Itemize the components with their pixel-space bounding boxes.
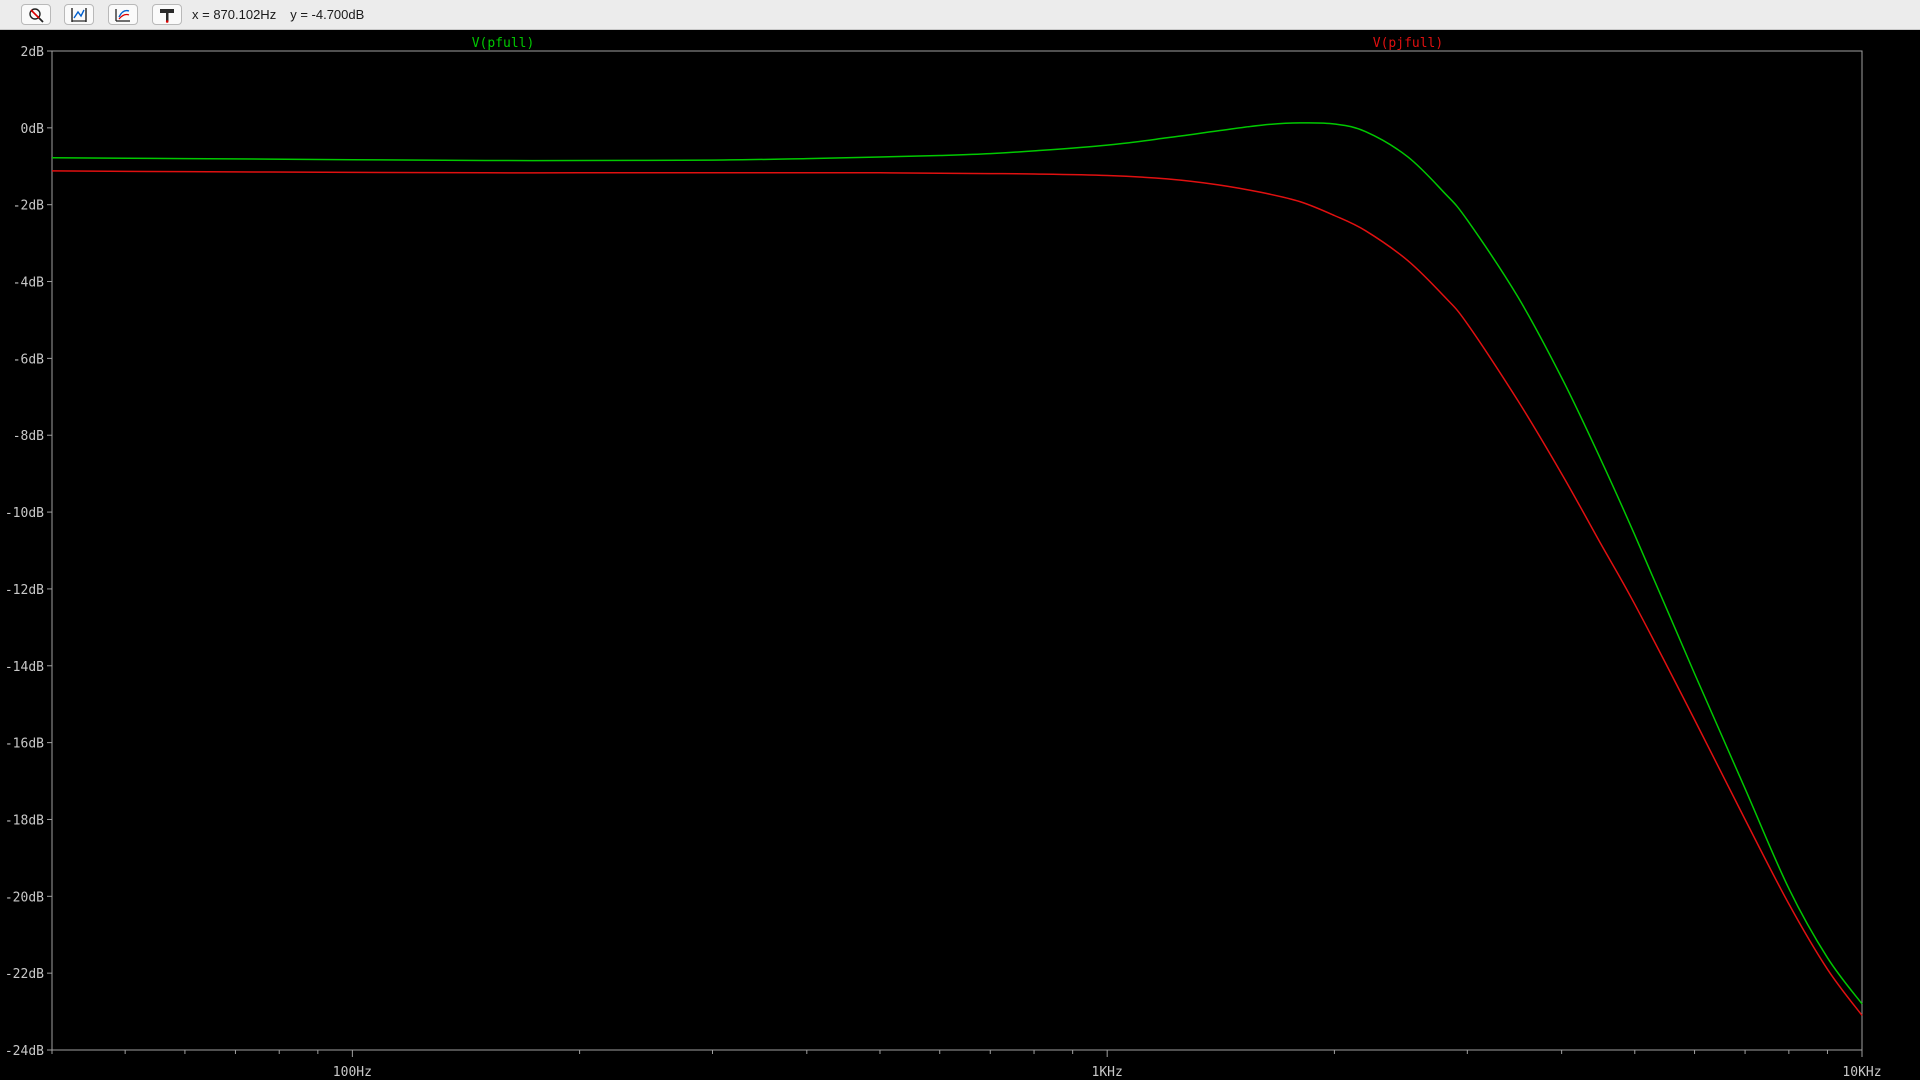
y-tick-label: -24dB	[5, 1044, 44, 1059]
y-tick-label: -20dB	[5, 890, 44, 905]
autorange-icon	[71, 7, 87, 22]
y-tick-label: -12dB	[5, 583, 44, 598]
y-tick-label: -4dB	[13, 276, 44, 291]
probe-icon	[160, 8, 174, 23]
axis-settings-button[interactable]	[108, 4, 138, 25]
x-tick-label: 100Hz	[333, 1065, 372, 1080]
y-tick-label: -2dB	[13, 199, 44, 214]
zoom-cancel-button[interactable]	[21, 4, 51, 25]
y-tick-label: -8dB	[13, 429, 44, 444]
y-tick-label: 0dB	[21, 122, 45, 137]
plot-toolbar: x = 870.102Hz y = -4.700dB	[0, 0, 1920, 30]
x-tick-label: 1KHz	[1092, 1065, 1123, 1080]
axis-settings-icon	[115, 8, 130, 22]
plot-frame	[51, 50, 1863, 1051]
y-tick-label: -6dB	[13, 352, 44, 367]
y-tick-label: -22dB	[5, 967, 44, 982]
autorange-button[interactable]	[64, 4, 94, 25]
cursor-x-value: x = 870.102Hz	[192, 7, 277, 22]
zoom-cancel-icon	[29, 7, 44, 23]
y-tick-label: -14dB	[5, 660, 44, 675]
x-tick-label: 10KHz	[1842, 1065, 1881, 1080]
waveform-plot[interactable]: 2dB 0dB -2dB -4dB -6dB -8dB -10dB -12dB -14dB -16…	[0, 30, 1920, 1080]
cursor-readout: x = 870.102Hz y = -4.700dB	[192, 7, 378, 22]
y-tick-label: -10dB	[5, 506, 44, 521]
series-line-vpjfull	[51, 170, 1863, 1016]
y-tick-label: 2dB	[21, 45, 45, 60]
y-tick-label: -18dB	[5, 813, 44, 828]
series-line-vpfull	[51, 122, 1863, 1005]
probe-button[interactable]	[152, 4, 182, 25]
cursor-y-value: y = -4.700dB	[290, 7, 365, 22]
series-legend-label: V(pfull)	[472, 36, 535, 51]
y-tick-label: -16dB	[5, 737, 44, 752]
series-legend-label: V(pjfull)	[1373, 36, 1443, 51]
